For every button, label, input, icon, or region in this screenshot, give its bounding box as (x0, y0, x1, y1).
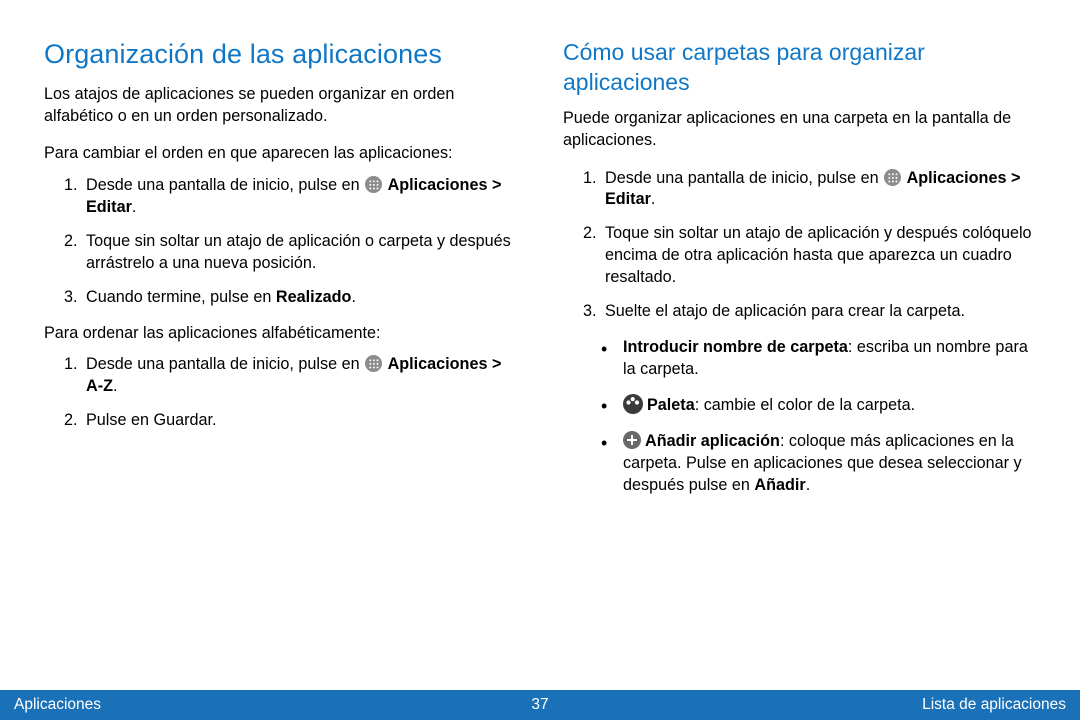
step-item: Toque sin soltar un atajo de aplicación … (601, 223, 1036, 289)
plus-icon (623, 431, 641, 449)
option-name: Añadir aplicación (645, 432, 780, 450)
ordered-steps: Desde una pantalla de inicio, pulse en A… (44, 354, 517, 432)
bullet-item: Paleta: cambie el color de la carpeta. (601, 394, 1036, 417)
punct: . (113, 377, 118, 395)
step-text: Cuando termine, pulse en (86, 288, 276, 306)
punct: . (806, 476, 811, 494)
left-column: Organización de las aplicaciones Los ata… (44, 38, 517, 678)
subsection-heading: Cómo usar carpetas para organizar aplica… (563, 38, 1036, 98)
ordered-steps: Desde una pantalla de inicio, pulse en A… (44, 175, 517, 308)
section-heading: Organización de las aplicaciones (44, 38, 517, 72)
bullet-item: Introducir nombre de carpeta: escriba un… (601, 337, 1036, 381)
step-item: Toque sin soltar un atajo de aplicación … (82, 231, 517, 275)
step-text: Desde una pantalla de inicio, pulse en (605, 169, 883, 187)
page-number: 37 (531, 696, 548, 714)
option-desc: : cambie el color de la carpeta. (695, 396, 915, 414)
option-name: Introducir nombre de carpeta (623, 338, 848, 356)
apps-grid-icon (365, 355, 382, 372)
bullet-list: Introducir nombre de carpeta: escriba un… (563, 337, 1036, 497)
ordered-steps: Desde una pantalla de inicio, pulse en A… (563, 168, 1036, 323)
footer-right: Lista de aplicaciones (922, 696, 1066, 714)
step-item: Cuando termine, pulse en Realizado. (82, 287, 517, 309)
intro-paragraph: Los atajos de aplicaciones se pueden org… (44, 84, 517, 128)
page-footer: Aplicaciones 37 Lista de aplicaciones (0, 690, 1080, 720)
two-column-layout: Organización de las aplicaciones Los ata… (44, 38, 1036, 678)
step-text: Desde una pantalla de inicio, pulse en (86, 355, 364, 373)
step-item: Suelte el atajo de aplicación para crear… (601, 301, 1036, 323)
punct: . (351, 288, 356, 306)
step-item: Pulse en Guardar. (82, 410, 517, 432)
punct: . (132, 198, 137, 216)
right-column: Cómo usar carpetas para organizar aplica… (563, 38, 1036, 678)
intro-paragraph: Puede organizar aplicaciones en una carp… (563, 108, 1036, 152)
apps-grid-icon (884, 169, 901, 186)
step-item: Desde una pantalla de inicio, pulse en A… (82, 175, 517, 219)
step-item: Desde una pantalla de inicio, pulse en A… (82, 354, 517, 398)
step-item: Desde una pantalla de inicio, pulse en A… (601, 168, 1036, 212)
manual-page: Organización de las aplicaciones Los ata… (0, 0, 1080, 720)
punct: . (651, 190, 656, 208)
ui-action: Añadir (754, 476, 805, 494)
procedure-lead: Para ordenar las aplicaciones alfabética… (44, 323, 517, 345)
bullet-item: Añadir aplicación: coloque más aplicacio… (601, 431, 1036, 497)
apps-grid-icon (365, 176, 382, 193)
option-name: Paleta (647, 396, 695, 414)
footer-left: Aplicaciones (14, 696, 101, 714)
procedure-lead: Para cambiar el orden en que aparecen la… (44, 143, 517, 165)
step-text: Desde una pantalla de inicio, pulse en (86, 176, 364, 194)
palette-icon (623, 394, 643, 414)
ui-action: Realizado (276, 288, 352, 306)
